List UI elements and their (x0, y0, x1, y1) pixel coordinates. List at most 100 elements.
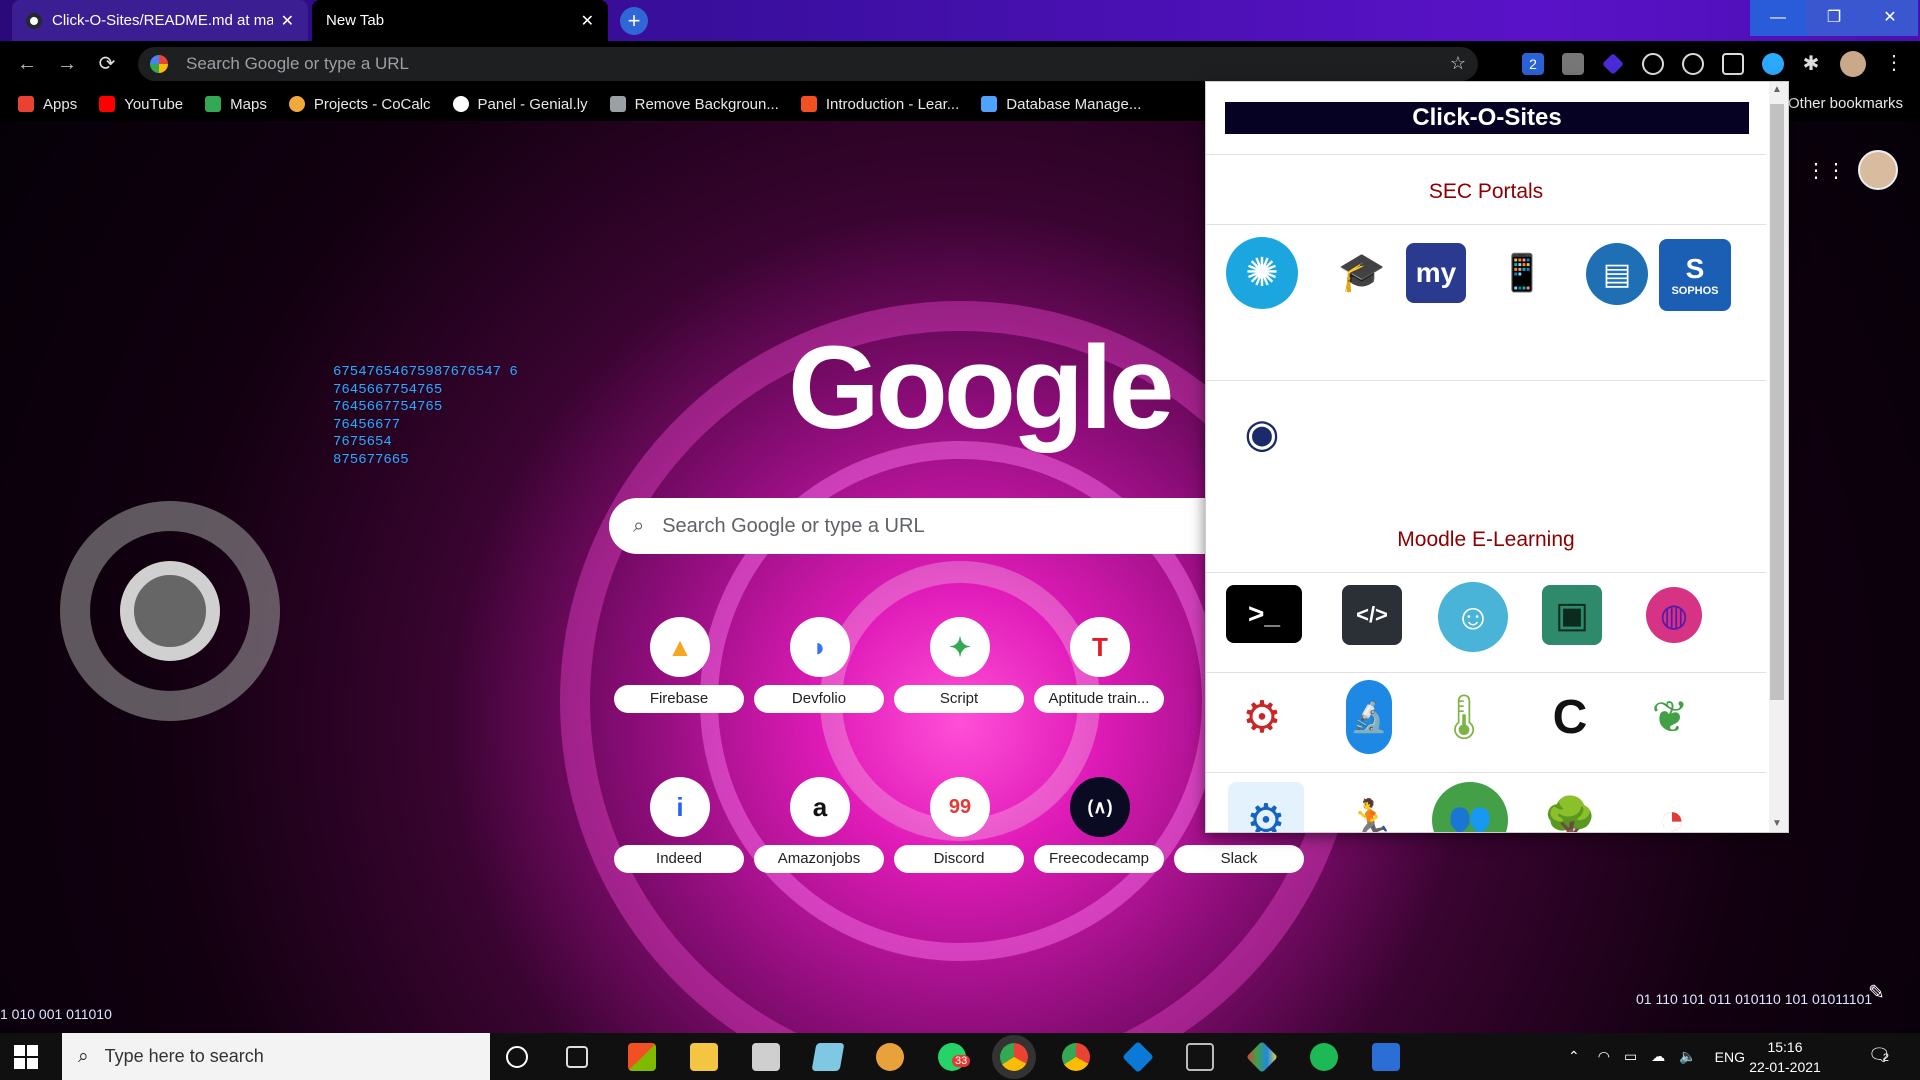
brain-icon[interactable]: ☺ (1438, 582, 1508, 652)
shortcut-indeed[interactable]: i Indeed (612, 777, 748, 917)
extension-a-icon[interactable] (1682, 53, 1704, 75)
extension-image-icon[interactable] (1562, 53, 1584, 75)
minimize-button[interactable]: — (1750, 0, 1806, 36)
battery-icon[interactable]: ▭ (1624, 1048, 1637, 1065)
circuit-icon[interactable]: ◍ (1646, 587, 1702, 643)
gears-icon[interactable]: ⚙ (1230, 682, 1294, 752)
other-bookmarks[interactable]: Other bookmarks (1788, 95, 1903, 112)
profile-avatar[interactable] (1840, 51, 1866, 77)
shortcut-devfolio[interactable]: ◗ Devfolio (752, 617, 888, 757)
git-tool-icon[interactable] (1246, 1041, 1278, 1073)
bookmark-apps[interactable]: Apps (18, 96, 77, 113)
popup-scroll-thumb[interactable] (1770, 104, 1784, 700)
college-seal-icon[interactable]: ✺ (1226, 237, 1298, 309)
cortana-icon[interactable] (506, 1046, 528, 1068)
close-tab-icon[interactable]: ✕ (281, 11, 294, 31)
address-bar[interactable]: Search Google or type a URL ☆ (138, 47, 1478, 81)
team-icon[interactable]: 👥 (1432, 782, 1508, 832)
taskbar-clock[interactable]: 15:16 22-01-2021 (1745, 1037, 1825, 1077)
tree-icon[interactable]: 🌳 (1532, 782, 1608, 833)
apps-grid-icon (18, 96, 34, 112)
bookmark-cocalc[interactable]: Projects - CoCalc (288, 96, 431, 113)
whatsapp-icon[interactable]: 33 (938, 1043, 971, 1071)
chrome-active-icon[interactable] (1000, 1043, 1028, 1071)
bookmark-maps[interactable]: Maps (205, 96, 267, 113)
tree-glyph: 🌳 (1542, 796, 1598, 833)
divider (1206, 224, 1766, 225)
reload-button[interactable]: ⟳ (92, 49, 122, 79)
scroll-down-arrow-icon[interactable]: ▼ (1772, 818, 1782, 829)
notifications-icon[interactable]: 🗨2 (1868, 1045, 1891, 1066)
mycomu-icon[interactable]: my (1406, 243, 1466, 303)
taskbar-search-box[interactable]: ⌕ Type here to search (62, 1033, 490, 1080)
shortcut-firebase[interactable]: ▲ Firebase (612, 617, 748, 757)
google-apps-icon[interactable]: ⋮⋮ (1806, 158, 1846, 182)
microscope-icon[interactable]: 🔬 (1346, 680, 1392, 754)
chrome-icon[interactable] (1062, 1043, 1090, 1071)
vscode-icon[interactable] (1122, 1041, 1154, 1073)
phone-app-icon[interactable]: 📱 (1486, 237, 1558, 309)
volume-icon[interactable]: 🔈 (1679, 1048, 1696, 1065)
task-view-icon[interactable] (566, 1046, 588, 1068)
onedrive-icon[interactable]: ☁ (1651, 1048, 1665, 1065)
account-avatar[interactable] (1858, 150, 1898, 190)
close-window-button[interactable]: ✕ (1862, 0, 1918, 36)
notes-app-icon[interactable] (811, 1043, 845, 1071)
bookmark-remove-bg[interactable]: Remove Backgroun... (609, 96, 779, 113)
tab-readme[interactable]: Click-O-Sites/README.md at ma ✕ (12, 0, 308, 41)
infinity-icon (981, 96, 998, 112)
chip-icon[interactable]: ▣ (1542, 585, 1602, 645)
code-glyph: </> (1356, 602, 1388, 627)
runner-icon[interactable]: 🏃 (1332, 782, 1408, 832)
file-explorer-icon[interactable] (690, 1043, 718, 1071)
shortcut-aptitude[interactable]: T Aptitude train... (1032, 617, 1168, 757)
calculator-icon[interactable] (752, 1043, 780, 1071)
ntp-search-box[interactable]: ⌕ Search Google or type a URL (609, 498, 1209, 554)
shortcut-amazonjobs[interactable]: a Amazonjobs (752, 777, 888, 917)
extension-diamond-icon[interactable] (1602, 53, 1624, 75)
webcam-icon[interactable]: ◉ (1226, 398, 1298, 470)
shortcut-script[interactable]: ✦ Script (892, 617, 1028, 757)
close-tab-icon[interactable]: ✕ (581, 11, 594, 31)
customize-edit-icon[interactable]: ✎ (1868, 980, 1885, 1005)
tab-new-tab[interactable]: New Tab ✕ (312, 0, 608, 41)
windows-start-icon[interactable] (14, 1045, 38, 1069)
chevron-up-icon[interactable]: ⌃ (1568, 1048, 1580, 1065)
shortcut-discord[interactable]: 99 Discord (892, 777, 1028, 917)
plant-icon[interactable]: ❦ (1638, 682, 1702, 752)
bookmark-microsoft-learn[interactable]: Introduction - Lear... (800, 96, 959, 113)
thermometer-icon[interactable]: 🌡 (1432, 682, 1496, 752)
language-indicator[interactable]: ENG (1715, 1049, 1745, 1065)
bookmark-youtube[interactable]: YouTube (99, 96, 183, 113)
sophos-icon[interactable]: S SOPHOS (1659, 239, 1731, 311)
paint-icon[interactable] (876, 1043, 904, 1071)
bookmark-genially[interactable]: Panel - Genial.ly (452, 96, 588, 113)
screenshot-icon[interactable] (1722, 53, 1744, 75)
extension-badge-icon[interactable]: 2 (1522, 53, 1544, 75)
server-icon[interactable]: ▤ (1586, 243, 1648, 305)
graduation-cap-icon[interactable]: 🎓 (1326, 237, 1398, 309)
scroll-up-arrow-icon[interactable]: ▲ (1772, 84, 1782, 95)
terminal-icon[interactable]: >_ (1226, 585, 1302, 643)
forward-button[interactable]: → (52, 49, 82, 79)
bookmark-database[interactable]: Database Manage... (981, 96, 1141, 113)
swirl-icon[interactable]: ◔ (1634, 782, 1710, 832)
microsoft-store-icon[interactable] (628, 1043, 656, 1071)
chrome-menu-icon[interactable]: ⋮ (1884, 50, 1904, 75)
word-app-icon[interactable] (1372, 1043, 1400, 1071)
spotify-icon[interactable] (1310, 1043, 1338, 1071)
click-o-sites-icon[interactable] (1762, 53, 1784, 75)
bookmark-star-icon[interactable]: ☆ (1450, 53, 1466, 74)
wifi-icon[interactable]: ◠ (1598, 1048, 1610, 1065)
terminal-icon[interactable] (1186, 1043, 1214, 1071)
shortcut-freecodecamp[interactable]: (∧) Freecodecamp (1032, 777, 1168, 917)
restore-button[interactable]: ❐ (1806, 0, 1862, 36)
react-icon[interactable] (1642, 53, 1664, 75)
back-button[interactable]: ← (12, 49, 42, 79)
phone-app-glyph: 📱 (1499, 252, 1545, 293)
settings-icon[interactable]: ⚙ (1228, 782, 1304, 832)
extensions-puzzle-icon[interactable]: ✱ (1800, 53, 1822, 75)
robot-arm-icon[interactable]: C (1542, 682, 1598, 752)
new-tab-button[interactable]: + (620, 7, 648, 35)
code-icon[interactable]: </> (1342, 585, 1402, 645)
